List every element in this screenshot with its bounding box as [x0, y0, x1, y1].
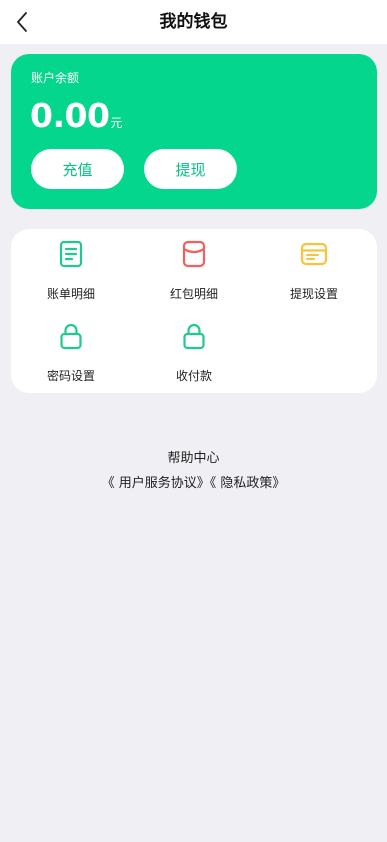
privacy-policy-link[interactable]: 《 隐私政策》 [210, 476, 286, 491]
card-icon [300, 242, 328, 266]
menu-item-label: 提现设置 [289, 287, 338, 301]
menu-item-payments[interactable]: 收付款 [139, 321, 249, 391]
withdraw-button[interactable]: 提现 [144, 149, 237, 189]
lock-icon [60, 323, 82, 350]
lock-icon [183, 323, 205, 350]
menu-item-label: 收付款 [175, 369, 212, 383]
menu-item-red-packet-details[interactable]: 红包明细 [139, 239, 249, 309]
menu-item-label: 红包明细 [169, 287, 218, 301]
help-center-link[interactable]: 帮助中心 [0, 447, 387, 466]
menu-item-label: 密码设置 [46, 369, 95, 383]
page-title: 我的钱包 [159, 12, 228, 32]
wallet-menu-card: 账单明细 红包明细 提现设置 密码设置 收付款 [11, 229, 377, 393]
recharge-button[interactable]: 充值 [31, 149, 124, 189]
menu-item-withdraw-settings[interactable]: 提现设置 [259, 239, 369, 309]
user-agreement-link[interactable]: 《 用户服务协议》 [102, 476, 210, 491]
policy-links: 《 用户服务协议》《 隐私政策》 [0, 472, 387, 491]
menu-item-password-settings[interactable]: 密码设置 [16, 321, 126, 391]
bill-document-icon [59, 240, 83, 268]
menu-item-bill-details[interactable]: 账单明细 [16, 239, 126, 309]
top-navigation-bar: 我的钱包 [0, 0, 387, 44]
balance-label: 账户余额 [31, 71, 80, 85]
balance-card: 账户余额 0.00元 充值 提现 [11, 54, 377, 209]
menu-item-label: 账单明细 [46, 287, 95, 301]
balance-value: 0.00 [30, 96, 110, 135]
balance-amount: 0.00元 [30, 96, 122, 135]
balance-unit: 元 [110, 116, 123, 130]
red-envelope-icon [182, 240, 206, 268]
